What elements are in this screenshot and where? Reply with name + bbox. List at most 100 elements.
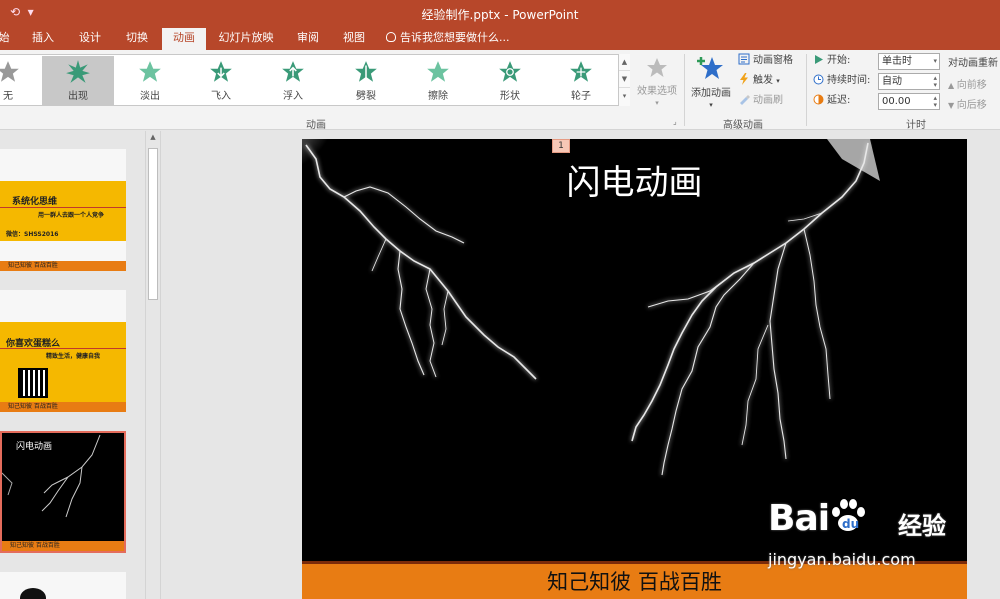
separator <box>684 54 685 126</box>
painter-label: 动画刷 <box>753 95 783 106</box>
dropdown-icon: ▾ <box>776 77 780 85</box>
triangle-down-icon: ▼ <box>948 101 957 110</box>
star-icon <box>647 58 667 77</box>
star-icon <box>355 61 377 82</box>
delay-input[interactable]: 00.00 ▴ ▾ <box>878 93 940 110</box>
start-select[interactable]: 单击时 ▾ <box>878 53 940 70</box>
spinner-icon[interactable]: ▴ ▾ <box>933 95 937 109</box>
add-animation-button[interactable]: 添加动画 ▾ <box>688 54 734 109</box>
animation-pane-icon <box>738 53 750 65</box>
scrollbar-thumb[interactable] <box>148 148 158 300</box>
anim-label: 形状 <box>500 91 520 102</box>
pane-divider[interactable] <box>160 131 161 599</box>
anim-none[interactable]: 无 <box>0 56 38 106</box>
slide-title[interactable]: 闪电动画 <box>302 155 967 204</box>
gallery-scroll[interactable]: ▲ ▼ ▾ <box>618 54 630 106</box>
anim-fly-in[interactable]: 飞入 <box>191 56 251 106</box>
tab-slideshow[interactable]: 幻灯片放映 <box>214 28 278 50</box>
tab-transitions[interactable]: 切换 <box>118 28 156 50</box>
delay-label: 延迟: <box>813 92 850 110</box>
animation-pane-label: 动画窗格 <box>753 55 793 66</box>
animation-pane-button[interactable]: 动画窗格 <box>738 53 793 69</box>
slide-thumbnail-4[interactable] <box>0 572 126 599</box>
move-earlier-button[interactable]: ▲ 向前移 <box>948 76 987 91</box>
lightbulb-icon <box>386 32 396 42</box>
star-burst-icon <box>66 60 90 83</box>
tab-insert[interactable]: 插入 <box>26 28 60 50</box>
trigger-button[interactable]: 触发 ▾ <box>738 73 780 89</box>
group-label-advanced: 高级动画 <box>723 120 763 131</box>
scroll-down-icon[interactable]: ▼ <box>619 71 630 88</box>
thumb-lightning-image <box>2 434 101 518</box>
slide-thumbnail-2[interactable]: 你喜欢蛋糕么 精致生活，健康自我 知己知彼 百战百胜 <box>0 290 126 412</box>
play-icon <box>815 55 823 64</box>
tab-review[interactable]: 审阅 <box>290 28 326 50</box>
group-label-timing: 计时 <box>906 120 926 131</box>
anim-wheel[interactable]: 轮子 <box>551 56 611 106</box>
thumbnail-scrollbar[interactable]: ▲ <box>145 131 159 599</box>
star-icon <box>210 61 232 82</box>
anim-label: 劈裂 <box>356 91 376 102</box>
anim-split[interactable]: 劈裂 <box>336 56 396 106</box>
effect-options-label: 效果选项 <box>637 86 677 97</box>
anim-shape[interactable]: 形状 <box>480 56 540 106</box>
tab-view[interactable]: 视图 <box>336 28 372 50</box>
watermark-url: jingyan.baidu.com <box>768 550 916 569</box>
thumb-divider <box>0 207 126 208</box>
thumb-subtitle: 精致生活，健康自我 <box>46 353 101 360</box>
thumb-footer: 知己知彼 百战百胜 <box>0 402 126 412</box>
anim-appear[interactable]: 出现 <box>42 56 114 106</box>
anim-label: 飞入 <box>211 91 231 102</box>
add-animation-label: 添加动画 <box>691 88 731 99</box>
anim-label: 浮入 <box>283 91 303 102</box>
ribbon-tabs: 始 插入 设计 切换 动画 幻灯片放映 审阅 视图 告诉我您想要做什么... <box>0 28 1000 50</box>
star-icon <box>282 61 304 82</box>
scroll-up-icon[interactable]: ▲ <box>619 54 630 71</box>
thumb-wechat: 微信：SHSS2016 <box>6 231 59 238</box>
thumb-shape <box>20 588 46 599</box>
tab-design[interactable]: 设计 <box>72 28 108 50</box>
svg-text:du: du <box>842 517 859 531</box>
anim-wipe[interactable]: 擦除 <box>408 56 468 106</box>
anim-fade[interactable]: 淡出 <box>120 56 180 106</box>
thumb-divider <box>0 348 126 349</box>
tab-home[interactable]: 始 <box>0 28 14 50</box>
slide-thumbnail-1[interactable]: 系统化思维 用一群人去跟一个人竞争 微信：SHSS2016 知己知彼 百战百胜 <box>0 149 126 271</box>
group-label-animation: 动画 <box>306 120 326 131</box>
animation-painter-button[interactable]: 动画刷 <box>738 93 783 109</box>
thumb-footer: 知己知彼 百战百胜 <box>0 261 126 271</box>
move-later-label: 向后移 <box>956 100 987 111</box>
slide-thumbnail-3[interactable]: 闪电动画 知己知彼 百战百胜 <box>0 431 126 553</box>
delay-value: 00.00 <box>882 96 911 107</box>
start-label-text: 开始: <box>827 55 851 66</box>
title-bar: ⟲ ▾ 经验制作.pptx - PowerPoint <box>0 0 1000 28</box>
dialog-launcher-icon[interactable]: ⌟ <box>673 117 677 126</box>
spinner-icon[interactable]: ▴ ▾ <box>933 75 937 89</box>
animation-sequence-badge[interactable]: 1 <box>552 139 570 153</box>
tell-me-box[interactable]: 告诉我您想要做什么... <box>386 28 516 50</box>
move-earlier-label: 向前移 <box>956 80 987 91</box>
clock-icon <box>813 74 824 85</box>
dropdown-icon: ▾ <box>655 99 659 107</box>
scroll-up-icon[interactable]: ▲ <box>148 133 158 143</box>
star-icon <box>427 61 449 82</box>
paintbrush-icon <box>740 95 750 105</box>
anim-label: 出现 <box>68 91 88 102</box>
watermark-brand: Bai <box>768 498 830 539</box>
duration-label-text: 持续时间: <box>827 75 871 86</box>
thumb-subtitle: 用一群人去跟一个人竞争 <box>38 212 105 219</box>
gallery-more-icon[interactable]: ▾ <box>619 88 630 105</box>
dropdown-icon: ▾ <box>933 57 937 65</box>
slide-thumbnail-pane: 系统化思维 用一群人去跟一个人竞争 微信：SHSS2016 知己知彼 百战百胜 … <box>0 131 145 599</box>
duration-input[interactable]: 自动 ▴ ▾ <box>878 73 940 90</box>
tab-animations[interactable]: 动画 <box>162 28 206 50</box>
triangle-up-icon: ▲ <box>948 81 957 90</box>
effect-options-button[interactable]: 效果选项 ▾ <box>634 54 680 109</box>
duration-label: 持续时间: <box>813 72 870 90</box>
anim-label: 擦除 <box>428 91 448 102</box>
animation-gallery: 无 出现 淡出 飞入 浮入 劈裂 擦除 形状 轮子 <box>0 54 630 106</box>
anim-float-in[interactable]: 浮入 <box>263 56 323 106</box>
star-icon <box>139 61 161 82</box>
move-later-button[interactable]: ▼ 向后移 <box>948 96 987 111</box>
delay-clock-icon <box>813 94 824 105</box>
